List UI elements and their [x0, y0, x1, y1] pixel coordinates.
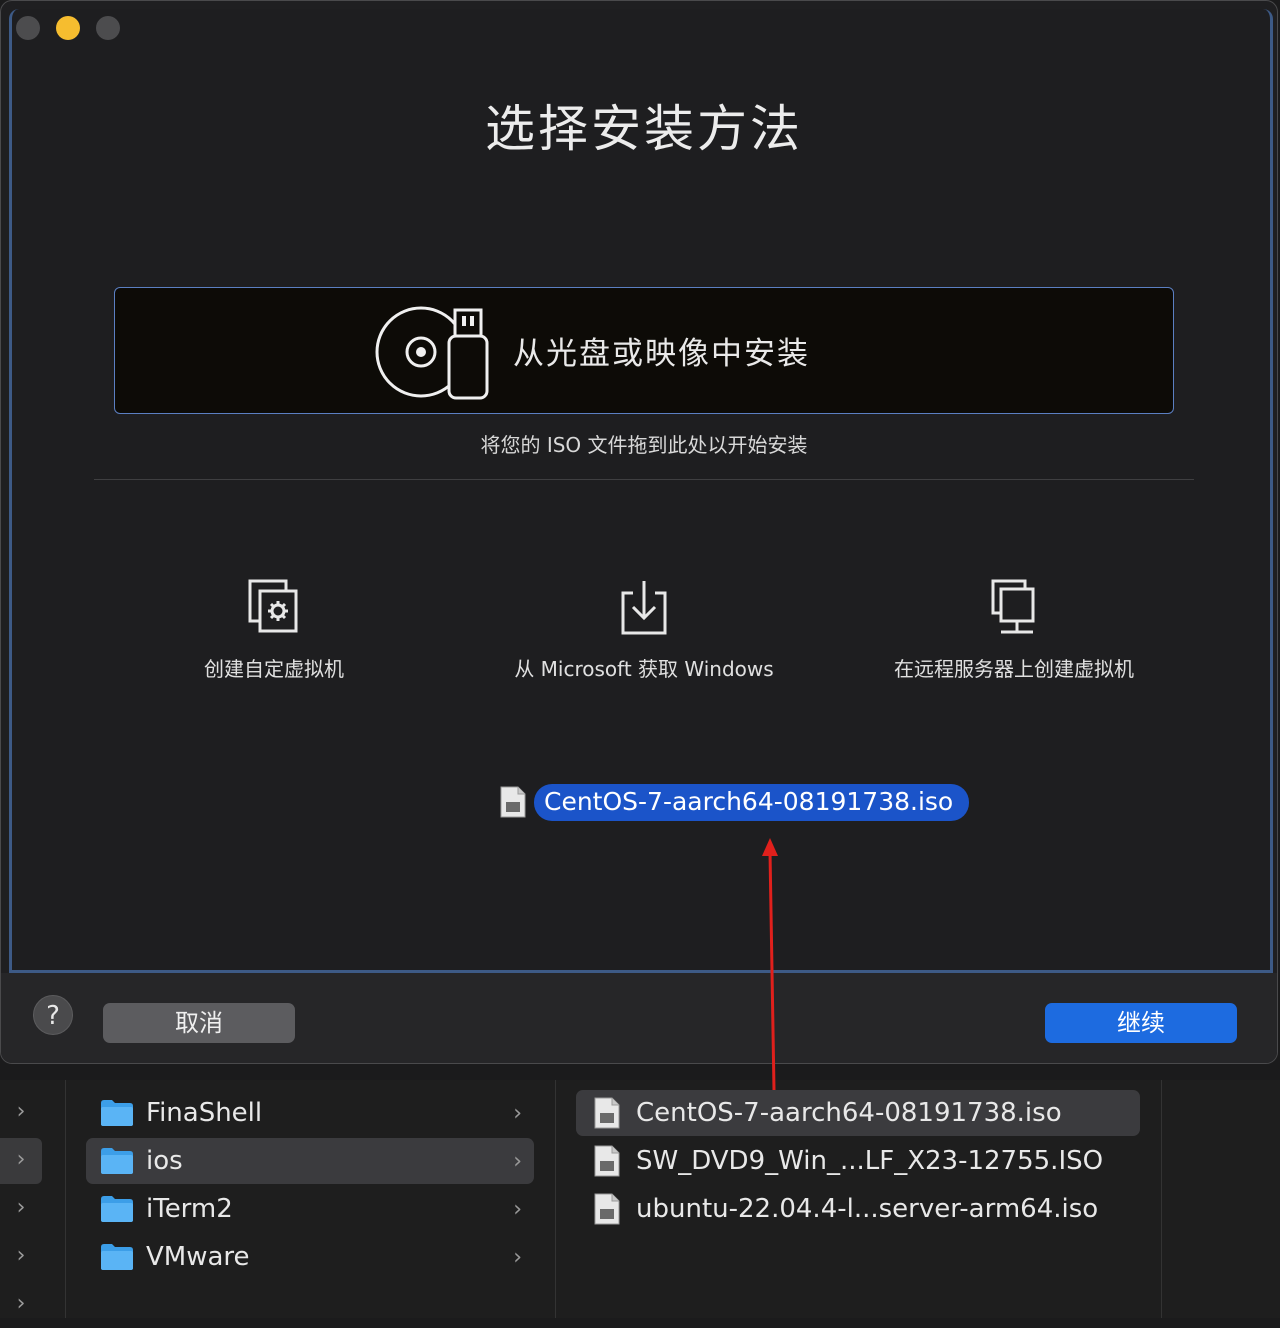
divider: [94, 479, 1194, 480]
folder-icon: [101, 1196, 133, 1222]
page-title: 选择安装方法: [485, 100, 803, 158]
folder-row[interactable]: ios ›: [86, 1138, 534, 1184]
file-name: SW_DVD9_Win_...LF_X23-12755.ISO: [636, 1146, 1104, 1176]
window-zoom-button[interactable]: [96, 16, 120, 40]
window-close-button[interactable]: [16, 16, 40, 40]
finder-column-files: CentOS-7-aarch64-08191738.iso SW_DVD9_Wi…: [556, 1080, 1162, 1318]
install-method-dialog: 选择安装方法 从光盘或映像中安装 将您的 ISO 文件拖到此处以开始安装 创建自…: [0, 0, 1278, 1064]
folder-icon: [101, 1244, 133, 1270]
folder-icon: [101, 1148, 133, 1174]
folder-name: VMware: [146, 1242, 250, 1272]
dragged-iso-file[interactable]: CentOS-7-aarch64-08191738.iso: [500, 783, 970, 821]
file-row[interactable]: SW_DVD9_Win_...LF_X23-12755.ISO: [576, 1138, 1140, 1184]
finder-column-parent: › › › › ›: [0, 1080, 66, 1318]
create-custom-vm-option[interactable]: 创建自定虚拟机: [84, 577, 464, 682]
folder-icon: [101, 1100, 133, 1126]
create-custom-vm-label: 创建自定虚拟机: [204, 657, 344, 681]
folder-row[interactable]: iTerm2 ›: [86, 1186, 534, 1232]
drop-zone-label: 从光盘或映像中安装: [513, 336, 810, 372]
chevron-right-icon[interactable]: ›: [0, 1186, 42, 1232]
remote-server-vm-option[interactable]: 在远程服务器上创建虚拟机: [824, 577, 1204, 682]
file-row[interactable]: CentOS-7-aarch64-08191738.iso: [576, 1090, 1140, 1136]
disk-image-file-icon: [594, 1145, 620, 1177]
custom-vm-gear-icon: [248, 579, 298, 633]
continue-button[interactable]: 继续: [1045, 1003, 1237, 1043]
window-minimize-button[interactable]: [56, 16, 80, 40]
get-windows-label: 从 Microsoft 获取 Windows: [514, 657, 774, 681]
file-name: CentOS-7-aarch64-08191738.iso: [636, 1098, 1062, 1128]
folder-row[interactable]: VMware ›: [86, 1234, 534, 1280]
disk-image-file-icon: [500, 786, 526, 818]
dialog-content: 选择安装方法 从光盘或映像中安装 将您的 ISO 文件拖到此处以开始安装 创建自…: [9, 9, 1273, 973]
remote-server-icon: [991, 579, 1035, 634]
chevron-right-icon[interactable]: ›: [0, 1234, 42, 1280]
folder-name: ios: [146, 1146, 183, 1176]
chevron-right-icon: ›: [513, 1148, 522, 1174]
help-button[interactable]: ?: [33, 995, 73, 1035]
finder-column-view: › › › › › FinaShell › ios › iTerm2 › VMw…: [0, 1080, 1280, 1318]
folder-name: iTerm2: [146, 1194, 233, 1224]
folder-row[interactable]: FinaShell ›: [86, 1090, 534, 1136]
get-windows-option[interactable]: 从 Microsoft 获取 Windows: [454, 577, 834, 682]
chevron-right-icon: ›: [513, 1244, 522, 1270]
remote-server-vm-label: 在远程服务器上创建虚拟机: [894, 657, 1134, 681]
file-row[interactable]: ubuntu-22.04.4-l...server-arm64.iso: [576, 1186, 1140, 1232]
chevron-right-icon[interactable]: ›: [0, 1090, 42, 1136]
disk-image-file-icon: [594, 1097, 620, 1129]
file-name: ubuntu-22.04.4-l...server-arm64.iso: [636, 1194, 1099, 1224]
chevron-right-icon[interactable]: ›: [0, 1282, 42, 1328]
disc-usb-icon: [375, 306, 489, 400]
chevron-right-icon: ›: [513, 1100, 522, 1126]
chevron-right-icon[interactable]: ›: [0, 1138, 42, 1184]
finder-column-empty: [1162, 1080, 1280, 1318]
dialog-footer: ? 取消 继续: [1, 973, 1277, 1063]
disk-image-file-icon: [594, 1193, 620, 1225]
finder-column-folders: FinaShell › ios › iTerm2 › VMware ›: [66, 1080, 556, 1318]
folder-name: FinaShell: [146, 1098, 263, 1128]
install-from-disc-drop-zone[interactable]: 从光盘或映像中安装: [114, 287, 1174, 414]
drop-hint-text: 将您的 ISO 文件拖到此处以开始安装: [480, 433, 808, 457]
download-icon: [621, 581, 667, 635]
dragged-file-name: CentOS-7-aarch64-08191738.iso: [534, 783, 970, 821]
cancel-button[interactable]: 取消: [103, 1003, 295, 1043]
chevron-right-icon: ›: [513, 1196, 522, 1222]
